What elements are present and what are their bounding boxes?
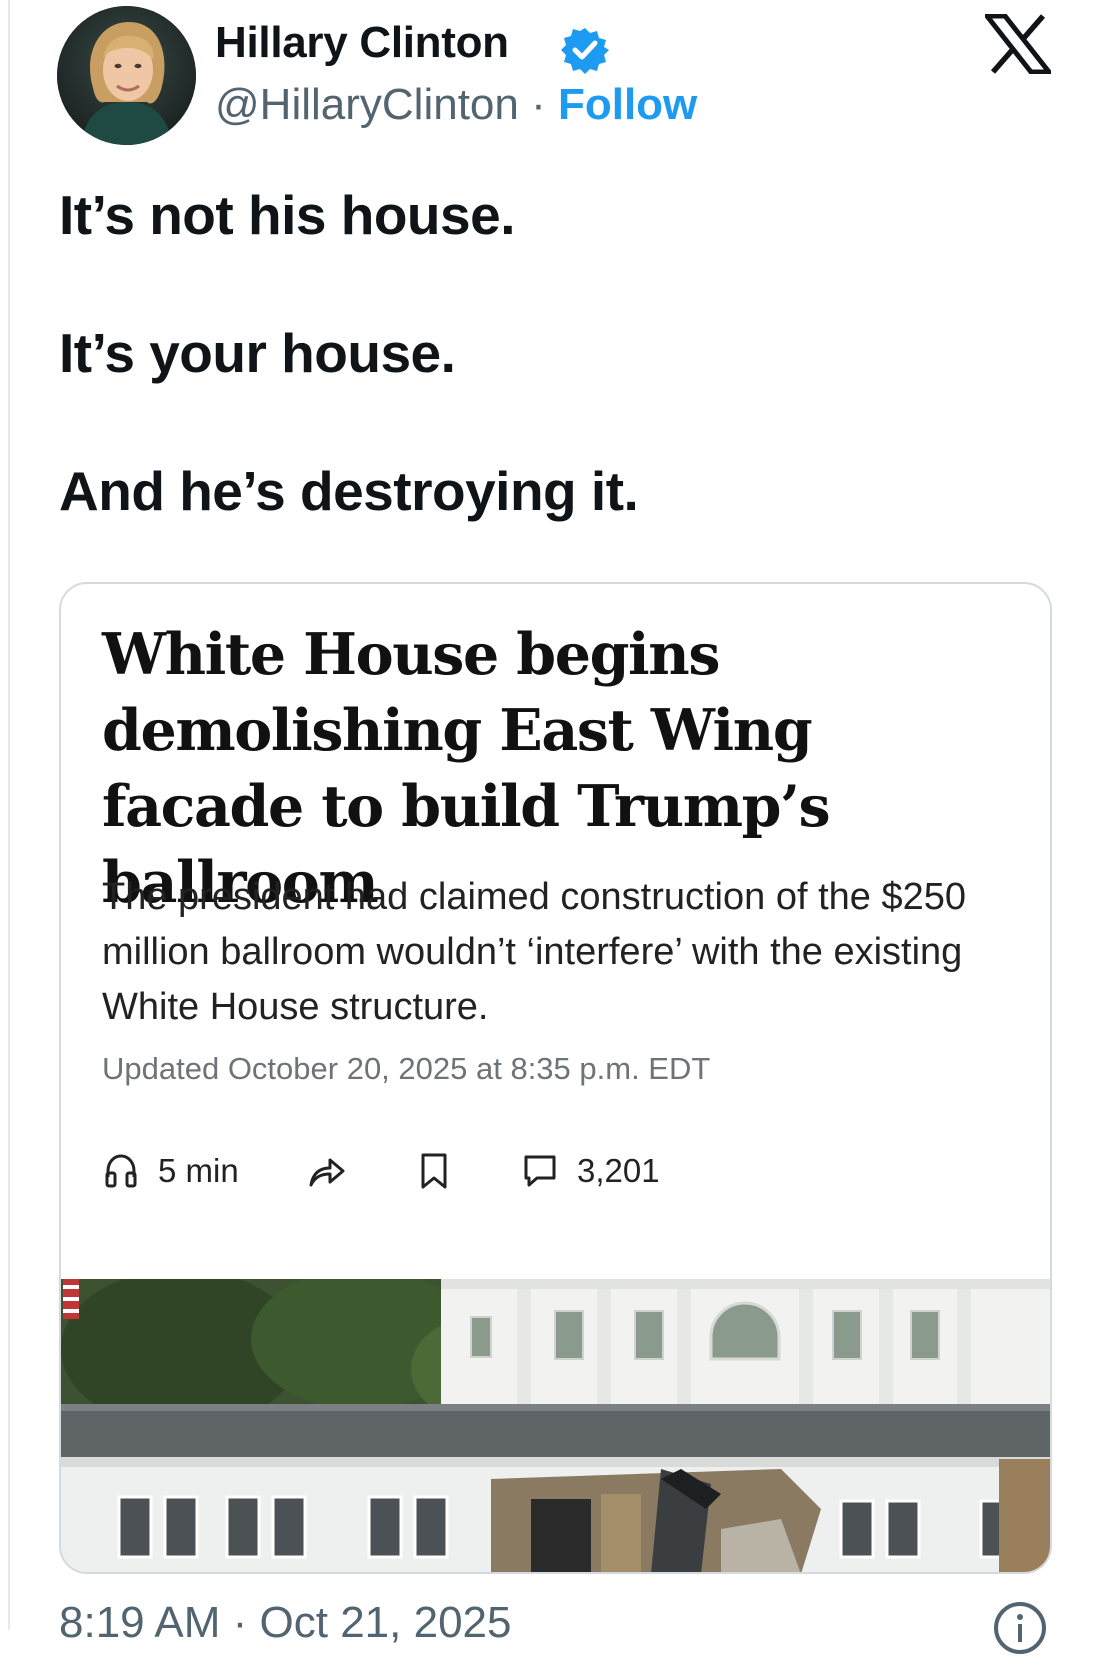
x-logo-icon[interactable] bbox=[985, 14, 1051, 74]
headphones-icon bbox=[105, 1154, 137, 1188]
tweet-text-line-1: It’s not his house. bbox=[59, 184, 516, 246]
article-updated-time: Updated October 20, 2025 at 8:35 p.m. ED… bbox=[102, 1051, 711, 1086]
share-button[interactable] bbox=[308, 1149, 346, 1193]
listen-duration: 5 min bbox=[158, 1152, 239, 1189]
listen-button[interactable]: 5 min bbox=[104, 1149, 239, 1193]
article-image bbox=[61, 1279, 1050, 1572]
tweet-timestamp[interactable]: 8:19 AM · Oct 21, 2025 bbox=[59, 1598, 511, 1648]
author-handle[interactable]: @HillaryClinton bbox=[215, 80, 519, 129]
avatar-image bbox=[57, 6, 196, 145]
save-bookmark-button[interactable] bbox=[419, 1149, 449, 1193]
tweet-text-line-2: It’s your house. bbox=[59, 322, 456, 384]
info-icon[interactable] bbox=[992, 1600, 1048, 1656]
handle-row: @HillaryClinton · Follow bbox=[215, 80, 697, 130]
article-subheadline: The president had claimed construction o… bbox=[102, 876, 966, 1028]
article-card[interactable]: White House begins demolishing East Wing… bbox=[59, 582, 1052, 1574]
comments-button[interactable]: 3,201 bbox=[523, 1149, 660, 1193]
comment-icon bbox=[524, 1155, 556, 1187]
bookmark-icon bbox=[421, 1153, 447, 1189]
follow-button[interactable]: Follow bbox=[558, 80, 697, 129]
share-arrow-icon bbox=[309, 1158, 345, 1187]
verified-badge-icon bbox=[561, 28, 609, 74]
separator-dot: · bbox=[518, 80, 558, 129]
tweet-text-line-3: And he’s destroying it. bbox=[59, 460, 639, 522]
avatar[interactable] bbox=[57, 6, 196, 145]
comments-count: 3,201 bbox=[577, 1152, 660, 1189]
author-name[interactable]: Hillary Clinton bbox=[215, 18, 509, 68]
left-border bbox=[8, 0, 10, 1630]
